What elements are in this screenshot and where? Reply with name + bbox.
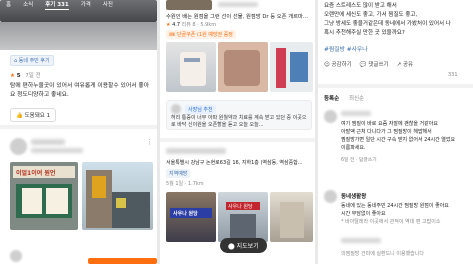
section-divider-2	[160, 138, 315, 142]
section-divider	[0, 125, 157, 129]
tab-news[interactable]: 소식	[23, 0, 33, 10]
tab-bar: 홈 소식 후기 331 가격 사진	[0, 0, 157, 10]
post-line-1: 요즘 스트레스도 많이 받고 해서	[324, 3, 397, 9]
star-icon: ★	[10, 73, 15, 79]
coupon-icon: 🎟	[169, 32, 176, 38]
star-icon: ★	[166, 22, 171, 28]
tab-home[interactable]: 홈	[6, 0, 11, 10]
store-name-blur	[218, 2, 258, 7]
view-count: 331	[448, 72, 458, 78]
home-icon: ⌂	[14, 58, 18, 64]
tab-photos[interactable]: 사진	[103, 0, 113, 10]
panel-place-reviews: 홈 소식 후기 331 가격 사진 ⌂ 동네 주민 후기 ★ 5 7일 전 탐에…	[0, 0, 157, 264]
map-view-label: 지도보기	[236, 243, 259, 250]
comment-1-body: 여기 찜질이 바로 요즘 자잘에 괜찮을 거같아요 아발액 근처 다니다가 그 …	[341, 120, 471, 152]
comment-2-line-2: 시간 부담없이 좋아요	[341, 211, 386, 217]
comment-1-line-2: 아발액 근처 다니다가 그 찜질방이 헤밥해서	[341, 129, 432, 135]
post-line-4: 혹시 추천해주실 만한 곳 있을까요?	[324, 30, 405, 36]
section-divider-3	[318, 84, 473, 88]
like-button[interactable]: ☺ 공감하기	[324, 60, 352, 68]
result-photo-2[interactable]	[218, 42, 268, 92]
thumb-icon: 👍	[16, 113, 23, 119]
sign-label-2: 사우나 원당	[228, 204, 253, 210]
comment-label: 댓글쓰기	[368, 62, 389, 68]
listing-photo-3[interactable]	[270, 192, 313, 242]
owner-reply-box[interactable]: 사장님 추천 허리 통증이 너무 아파 원월약과 치료를 계속 받고 있던 중 …	[166, 100, 312, 130]
commenter-name-blur	[341, 111, 371, 116]
comment-1-line-4: 이름파세요.	[341, 145, 366, 151]
comment-icon: 💬	[359, 62, 367, 68]
review-time: 7일 전	[25, 73, 41, 79]
comment-1-line-1: 여기 찜질이 바로 요즘 자잘에 괜찮을 거같아요	[341, 121, 438, 127]
review-photo-1[interactable]: 이얼1이여 원언	[10, 162, 78, 230]
reviewer-meta-blur	[31, 148, 83, 153]
share-icon: ↗	[396, 62, 402, 68]
post-actions: ☺ 공감하기 💬 댓글쓰기 ↗ 공유	[324, 60, 470, 68]
more-options-icon[interactable]: ⋮	[146, 138, 153, 146]
reviewer-name-blur	[31, 139, 65, 145]
comment-3-name-blur	[341, 238, 381, 243]
sign-label-1: 사우나 원당	[173, 211, 198, 217]
listing-photo-2[interactable]: 사우나 원당	[218, 192, 268, 242]
result-intro-text: 수원인 배는 원점을 그런 선이 선물, 원점방 Dr 등 오픈 개르마...	[166, 14, 308, 20]
panel-search-results: 수원인 배는 원점을 그런 선이 선물, 원점방 Dr 등 오픈 개르마... …	[160, 0, 315, 264]
shop-sign-text: 이얼1이여 원언	[16, 170, 56, 177]
post-body: 요즘 스트레스도 많이 받고 해서 오랜만에 세신도 좋고, 가서 찜질도 좋고…	[324, 2, 470, 38]
helpful-count: 1	[46, 113, 51, 119]
owner-badge: 사장님 추천	[185, 105, 216, 114]
review-text: 탐에 편하누울곳이 있어서 여유롭게 이용할수 있어서 좋아요 청도디양하고 좋…	[10, 83, 150, 98]
result-photo-1[interactable]	[166, 42, 216, 92]
coupon-badge[interactable]: 🎟 단골쿠폰 (1원 예방권 증정	[166, 30, 236, 39]
coupon-label: 단골쿠폰 (1원 예방권 증정	[176, 32, 233, 38]
bottom-action-bar[interactable]	[88, 258, 157, 264]
listing-address: 서울특별시 강남구 논현로63길 16, 지하1층 (역삼동, 역삼중합...	[166, 160, 303, 166]
owner-avatar	[171, 104, 181, 114]
sort-bar: 등록순 최신순	[324, 94, 364, 102]
listing-hours: 5월 1일 · 1.7km	[166, 181, 204, 187]
meta-rating: 4.7	[172, 22, 181, 28]
sort-oldest[interactable]: 등록순	[324, 96, 339, 102]
share-button[interactable]: ↗ 공유	[397, 60, 413, 68]
owner-reply-text: 허리 통증이 너무 아파 원월약과 치료를 계속 받고 있던 중 이곳으로 바닥…	[171, 115, 307, 128]
storefront-shadow	[0, 22, 157, 50]
rating-row: ★ 5 7일 전	[10, 71, 41, 79]
rating-value: 5	[16, 73, 21, 79]
tab-price[interactable]: 가격	[81, 0, 91, 10]
helpful-label: 도움돼요	[24, 113, 45, 119]
helpful-button[interactable]: 👍 도움돼요 1	[10, 108, 57, 122]
avatar-bottom-left	[10, 250, 22, 262]
hashtags[interactable]: #찜질방 #사우나	[324, 44, 368, 53]
top-photo-left[interactable]	[166, 0, 212, 10]
map-view-button[interactable]: ⬤ 지도보기	[220, 238, 267, 253]
smile-icon: ☺	[324, 62, 330, 68]
post-line-3: 그냥 방세도 좋을거같은데 동네에서 가봤처이 있어서 나	[324, 21, 451, 27]
neighbor-badge-label: 동네 주민 후기	[18, 58, 50, 64]
listing-title-blur	[166, 148, 226, 154]
comment-2-line-1: 동네에 있는 동네주민 24시간 찜질방 원점이 좋아요	[341, 203, 449, 209]
result-meta: ★ 4.7 리뷰 8 · 5.9km	[166, 21, 216, 28]
meta-text: 리뷰 8 · 5.9km	[181, 22, 217, 28]
tab-reviews[interactable]: 후기 331	[45, 0, 69, 10]
comment-button[interactable]: 💬 댓글쓰기	[360, 60, 389, 68]
avatar[interactable]	[10, 138, 27, 155]
like-label: 공감하기	[331, 62, 352, 68]
neighbor-review-badge: ⌂ 동네 주민 후기	[10, 55, 54, 66]
comment-2-line-3: * 바이탈레라 이곳에서 관적이 역대 편 고맙이소	[341, 219, 441, 225]
listing-photo-1[interactable]: 사우나 원당	[166, 192, 216, 242]
comment-2-body: 동네에 있는 동네주민 24시간 찜질방 원점이 좋아요 시간 부담없이 좋아요…	[341, 202, 471, 226]
map-pin-icon: ⬤	[228, 243, 235, 250]
commenter-2-name: 동네생활왕	[341, 194, 367, 200]
panel-community-post: 요즘 스트레스도 많이 받고 해서 오랜만에 세신도 좋고, 가서 찜질도 좋고…	[318, 0, 473, 264]
comment-avatar-1[interactable]	[324, 110, 337, 123]
share-label: 공유	[402, 62, 414, 68]
comment-3-text: 의찜질방 건미에 실환드니 이용했습니다	[341, 251, 424, 257]
review-photo-2[interactable]	[82, 162, 153, 230]
listing-tag: 지역예방	[166, 169, 191, 178]
result-photo-3[interactable]	[270, 42, 313, 92]
comment-1-line-3: 찜질방가면 일단 시간 구속 받지 없어서 24시간 열었요	[341, 137, 456, 143]
comment-avatar-2[interactable]	[324, 190, 337, 203]
sort-latest[interactable]: 최신순	[349, 96, 364, 102]
comment-1-meta[interactable]: 6일 전 · 답글쓰기	[341, 156, 377, 163]
post-line-2: 오랜만에 세신도 좋고, 가서 찜질도 좋고,	[324, 12, 418, 18]
